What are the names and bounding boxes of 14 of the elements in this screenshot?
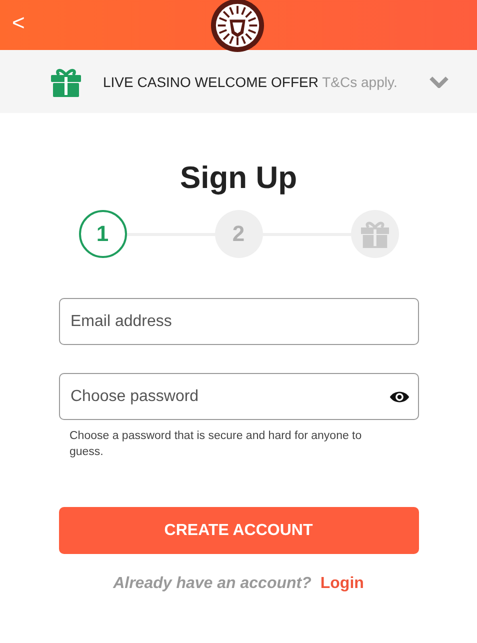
login-prompt: Already have an account? — [113, 575, 312, 593]
step-indicator: 1 — [78, 210, 126, 258]
step-indicator: 2 — [214, 210, 262, 258]
eye-icon[interactable] — [388, 390, 410, 404]
input-field[interactable]: Email address — [58, 298, 418, 345]
back-button[interactable]: < — [0, 10, 25, 40]
password-hint: Choose a password that is secure and hard for anyone to guess. — [70, 429, 363, 460]
input-field[interactable]: Choose password — [58, 373, 418, 420]
gift-icon — [50, 66, 82, 96]
offer-text: LIVE CASINO WELCOME OFFER T&Cs apply. — [103, 74, 398, 90]
chevron-down-icon[interactable] — [429, 76, 450, 88]
login-link[interactable]: Login — [320, 575, 364, 593]
page-title: Sign Up — [180, 160, 298, 196]
create-account-button[interactable]: CREATE ACCOUNT — [58, 507, 418, 554]
